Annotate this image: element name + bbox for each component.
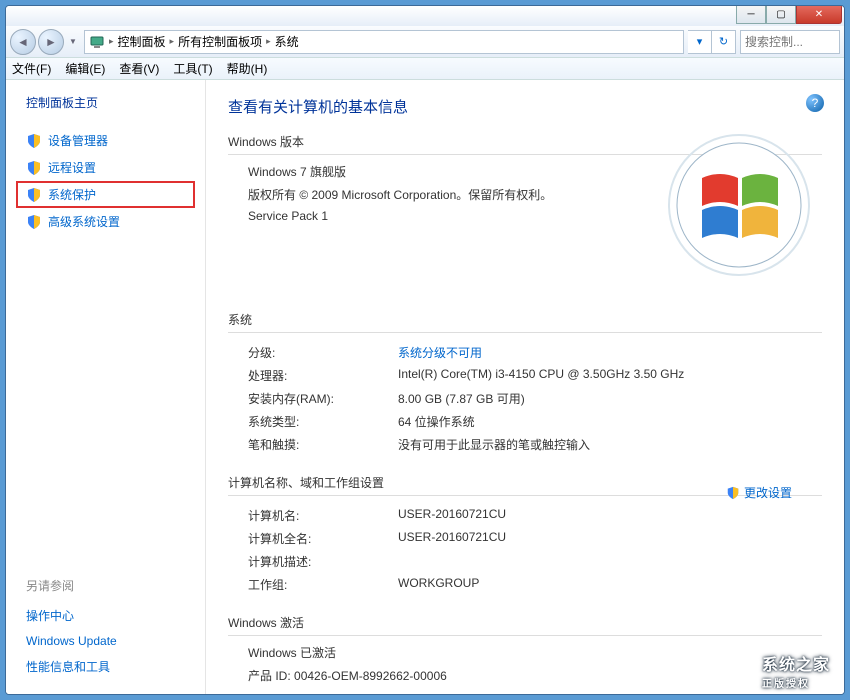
sidebar: 控制面板主页 设备管理器 远程设置 系统保护 高级系统设置 另请参阅 操作中心 … [6, 80, 206, 694]
section-activation: Windows 激活 Windows 已激活 产品 ID: 00426-OEM-… [228, 614, 822, 684]
sidebar-item-advanced[interactable]: 高级系统设置 [16, 208, 195, 235]
menu-file[interactable]: 文件(F) [12, 60, 51, 77]
seealso-performance[interactable]: 性能信息和工具 [16, 653, 195, 680]
workgroup-value: WORKGROUP [398, 576, 822, 593]
section-system: 系统 分级:系统分级不可用 处理器:Intel(R) Core(TM) i3-4… [228, 311, 822, 456]
menu-tools[interactable]: 工具(T) [173, 60, 212, 77]
cname-label: 计算机名: [248, 507, 398, 524]
section-header: Windows 激活 [228, 614, 822, 636]
sidebar-item-system-protection[interactable]: 系统保护 [16, 181, 195, 208]
maximize-button[interactable]: ▢ [766, 6, 796, 24]
rating-value[interactable]: 系统分级不可用 [398, 344, 822, 361]
sidebar-item-remote[interactable]: 远程设置 [16, 154, 195, 181]
titlebar: ─ ▢ ✕ [6, 6, 844, 26]
shield-icon [26, 160, 42, 176]
pentouch-value: 没有可用于此显示器的笔或触控输入 [398, 436, 822, 453]
menu-help[interactable]: 帮助(H) [227, 60, 268, 77]
change-settings-link[interactable]: 更改设置 [726, 484, 792, 501]
breadcrumb-item[interactable]: 系统 [271, 33, 303, 50]
sidebar-item-label: 远程设置 [48, 159, 96, 176]
back-button[interactable]: ◄ [10, 29, 36, 55]
shield-icon [26, 214, 42, 230]
control-panel-home[interactable]: 控制面板主页 [16, 94, 195, 111]
dropdown-button[interactable]: ▾ [688, 30, 712, 54]
seealso-windows-update[interactable]: Windows Update [16, 629, 195, 653]
cname-value: USER-20160721CU [398, 507, 822, 524]
sidebar-item-label: 设备管理器 [48, 132, 108, 149]
processor-label: 处理器: [248, 367, 398, 384]
body: 控制面板主页 设备管理器 远程设置 系统保护 高级系统设置 另请参阅 操作中心 … [6, 80, 844, 694]
cfullname-value: USER-20160721CU [398, 530, 822, 547]
watermark: 系统之家 正版授权 [762, 651, 830, 690]
address-bar[interactable]: ▸ 控制面板 ▸ 所有控制面板项 ▸ 系统 [84, 30, 684, 54]
cdesc-label: 计算机描述: [248, 553, 398, 570]
rating-label: 分级: [248, 344, 398, 361]
systype-value: 64 位操作系统 [398, 413, 822, 430]
cdesc-value [398, 553, 822, 570]
sidebar-item-label: 高级系统设置 [48, 213, 120, 230]
processor-value: Intel(R) Core(TM) i3-4150 CPU @ 3.50GHz … [398, 367, 822, 384]
product-id: 产品 ID: 00426-OEM-8992662-00006 [228, 667, 822, 684]
search-input[interactable] [740, 30, 840, 54]
page-title: 查看有关计算机的基本信息 [228, 96, 822, 117]
minimize-button[interactable]: ─ [736, 6, 766, 24]
breadcrumb-item[interactable]: 控制面板 [114, 33, 170, 50]
window: ─ ▢ ✕ ◄ ► ▼ ▸ 控制面板 ▸ 所有控制面板项 ▸ 系统 ▾ ↻ 文件… [5, 5, 845, 695]
menu-view[interactable]: 查看(V) [119, 60, 159, 77]
refresh-button[interactable]: ↻ [712, 30, 736, 54]
sidebar-item-device-manager[interactable]: 设备管理器 [16, 127, 195, 154]
breadcrumb-item[interactable]: 所有控制面板项 [174, 33, 266, 50]
history-dropdown[interactable]: ▼ [66, 32, 80, 52]
pentouch-label: 笔和触摸: [248, 436, 398, 453]
system-icon [89, 34, 105, 50]
sidebar-item-label: 系统保护 [48, 186, 96, 203]
content: ? 查看有关计算机的基本信息 Windows 版本 Windows 7 旗舰版 [206, 80, 844, 694]
activation-status: Windows 已激活 [228, 644, 822, 661]
navbar: ◄ ► ▼ ▸ 控制面板 ▸ 所有控制面板项 ▸ 系统 ▾ ↻ [6, 26, 844, 58]
section-header: 系统 [228, 311, 822, 333]
windows-logo [664, 130, 814, 280]
help-icon[interactable]: ? [806, 94, 824, 112]
systype-label: 系统类型: [248, 413, 398, 430]
menu-edit[interactable]: 编辑(E) [65, 60, 105, 77]
section-computer-name: 计算机名称、域和工作组设置 更改设置 计算机名:USER-20160721CU … [228, 474, 822, 596]
close-button[interactable]: ✕ [796, 6, 842, 24]
shield-icon [26, 133, 42, 149]
cfullname-label: 计算机全名: [248, 530, 398, 547]
ram-value: 8.00 GB (7.87 GB 可用) [398, 390, 822, 407]
seealso-header: 另请参阅 [16, 577, 195, 594]
forward-button[interactable]: ► [38, 29, 64, 55]
shield-icon [726, 486, 740, 500]
shield-icon [26, 187, 42, 203]
menubar: 文件(F) 编辑(E) 查看(V) 工具(T) 帮助(H) [6, 58, 844, 80]
workgroup-label: 工作组: [248, 576, 398, 593]
ram-label: 安装内存(RAM): [248, 390, 398, 407]
seealso-action-center[interactable]: 操作中心 [16, 602, 195, 629]
